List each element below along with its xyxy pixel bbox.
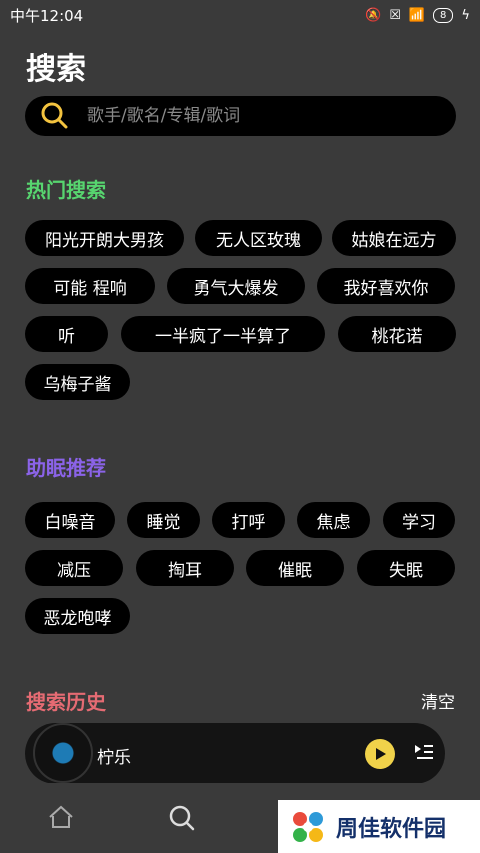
search-input[interactable] xyxy=(85,105,429,127)
wifi-icon: 📶 xyxy=(408,7,426,23)
play-icon xyxy=(376,748,386,760)
sleep-chip[interactable]: 学习 xyxy=(383,502,455,538)
status-icons: 🔕 ☒ 📶 8 ϟ xyxy=(365,7,470,23)
logo-icon xyxy=(293,811,323,842)
search-icon xyxy=(169,805,195,831)
sleep-chip[interactable]: 白噪音 xyxy=(25,502,115,538)
charging-icon: ϟ xyxy=(461,7,470,23)
hot-search-chip[interactable]: 桃花诺 xyxy=(338,316,456,352)
play-button[interactable] xyxy=(365,739,395,769)
nav-home-button[interactable] xyxy=(48,804,74,834)
hot-search-chip[interactable]: 听 xyxy=(25,316,108,352)
playlist-button[interactable] xyxy=(413,741,435,767)
search-history-title: 搜索历史 xyxy=(26,690,106,714)
sim-icon: ☒ xyxy=(389,7,401,23)
watermark-text: 周佳软件园 xyxy=(336,816,447,842)
search-bar[interactable] xyxy=(25,96,456,136)
hot-search-chip[interactable]: 姑娘在远方 xyxy=(332,220,456,256)
mini-player[interactable]: 柠乐 xyxy=(25,723,445,784)
page-title: 搜索 xyxy=(26,52,86,87)
clear-history-button[interactable]: 清空 xyxy=(421,688,455,713)
hot-search-chip[interactable]: 阳光开朗大男孩 xyxy=(25,220,184,256)
status-time: 中午12:04 xyxy=(10,6,84,25)
sleep-chip[interactable]: 失眠 xyxy=(357,550,455,586)
sleep-chip[interactable]: 掏耳 xyxy=(136,550,234,586)
hot-search-chip[interactable]: 乌梅子酱 xyxy=(25,364,130,400)
nav-search-button[interactable] xyxy=(168,804,196,836)
hot-search-chip[interactable]: 可能 程响 xyxy=(25,268,155,304)
home-icon xyxy=(49,805,73,828)
sleep-chip[interactable]: 恶龙咆哮 xyxy=(25,598,130,634)
status-bar: 中午12:04 🔕 ☒ 📶 8 ϟ xyxy=(0,0,480,30)
sleep-chip[interactable]: 催眠 xyxy=(246,550,344,586)
player-track-title: 柠乐 xyxy=(97,748,131,768)
playlist-icon xyxy=(415,745,433,759)
mute-icon: 🔕 xyxy=(365,7,382,23)
hot-search-chip[interactable]: 无人区玫瑰 xyxy=(195,220,322,256)
sleep-chip[interactable]: 打呼 xyxy=(212,502,285,538)
hot-search-chip[interactable]: 一半疯了一半算了 xyxy=(121,316,325,352)
sleep-recommend-title: 助眠推荐 xyxy=(26,456,106,480)
album-disc-icon xyxy=(33,723,93,783)
hot-search-chip[interactable]: 勇气大爆发 xyxy=(167,268,305,304)
hot-search-chip[interactable]: 我好喜欢你 xyxy=(317,268,455,304)
sleep-chip[interactable]: 焦虑 xyxy=(297,502,370,538)
search-icon xyxy=(41,102,68,129)
watermark: 周佳软件园 xyxy=(278,800,480,853)
hot-search-title: 热门搜索 xyxy=(26,178,106,202)
sleep-chip[interactable]: 睡觉 xyxy=(127,502,200,538)
sleep-chip[interactable]: 减压 xyxy=(25,550,123,586)
battery-indicator: 8 xyxy=(433,7,454,23)
